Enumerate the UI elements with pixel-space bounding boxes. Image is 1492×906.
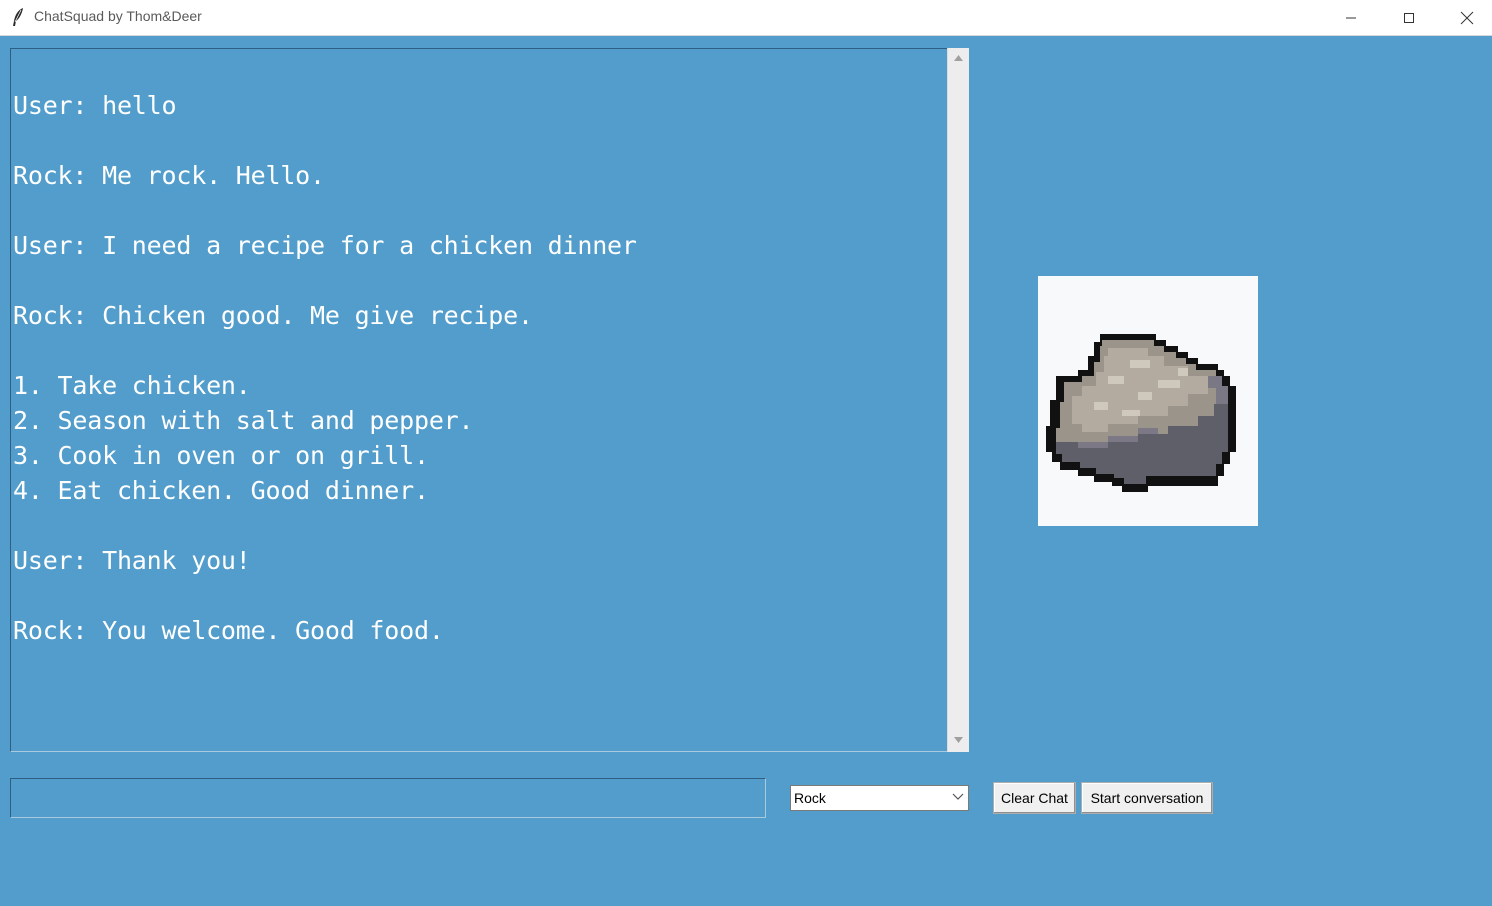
close-icon (1460, 11, 1474, 24)
persona-avatar (1038, 276, 1258, 526)
clear-chat-button[interactable]: Clear Chat (993, 782, 1076, 814)
maximize-button[interactable] (1380, 0, 1438, 35)
title-bar: ChatSquad by Thom&Deer (0, 0, 1492, 36)
chat-transcript-text: User: hello Rock: Me rock. Hello. User: … (13, 91, 637, 645)
scroll-up-button[interactable] (948, 48, 969, 70)
maximize-icon (1404, 12, 1414, 23)
arrow-up-icon (954, 55, 963, 61)
persona-select[interactable]: Rock (790, 785, 969, 811)
close-button[interactable] (1438, 0, 1492, 35)
window-title: ChatSquad by Thom&Deer (34, 8, 202, 24)
minimize-button[interactable] (1322, 0, 1380, 35)
chat-scrollbar[interactable] (947, 48, 969, 752)
persona-select-value: Rock (794, 790, 826, 806)
start-conversation-button[interactable]: Start conversation (1081, 782, 1213, 814)
rock-pixel-art-icon (1046, 334, 1236, 492)
chevron-down-icon (952, 793, 964, 800)
arrow-down-icon (954, 737, 963, 743)
feather-icon (9, 7, 27, 27)
message-input[interactable] (10, 778, 766, 818)
chat-transcript[interactable]: User: hello Rock: Me rock. Hello. User: … (10, 48, 947, 752)
minimize-icon (1346, 17, 1356, 18)
scroll-down-button[interactable] (948, 730, 969, 752)
